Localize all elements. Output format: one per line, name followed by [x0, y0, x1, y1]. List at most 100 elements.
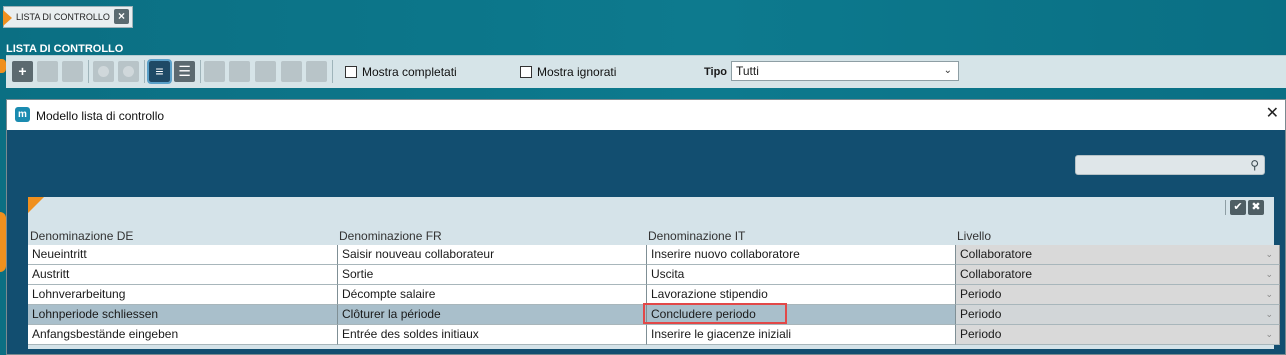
table-row[interactable]: Anfangsbestände eingeben Entrée des solde… [28, 325, 1280, 345]
cell-it[interactable]: Uscita [647, 265, 956, 285]
grid-actions: ✔ ✖ [1225, 200, 1264, 215]
cell-fr-text: Sortie [342, 267, 374, 281]
checkbox-box[interactable] [520, 66, 532, 78]
chevron-down-icon[interactable]: ⌄ [1265, 245, 1273, 264]
toolbar: + ≡ ☰ Mostra completati Mostra ignorati … [0, 55, 1286, 88]
toolbar-divider [332, 60, 333, 83]
column-header-it[interactable]: Denominazione IT [648, 229, 745, 243]
app-logo-icon: m [15, 107, 30, 122]
move-last-icon[interactable] [281, 61, 302, 82]
cell-fr-text: Entrée des soldes initiaux [342, 327, 479, 341]
section-title: LISTA DI CONTROLLO [6, 43, 124, 55]
move-first-icon[interactable] [204, 61, 225, 82]
copy-icon[interactable] [62, 61, 83, 82]
app-tab-checklist[interactable]: LISTA DI CONTROLLO × [3, 6, 133, 28]
cell-it-text: Lavorazione stipendio [651, 287, 768, 301]
cell-level-text: Collaboratore [960, 247, 1033, 261]
chevron-down-icon[interactable]: ⌄ [1265, 285, 1273, 304]
cancel-icon[interactable]: ✖ [1248, 200, 1264, 215]
cell-it[interactable]: Lavorazione stipendio [647, 285, 956, 305]
show-ignored-label: Mostra ignorati [537, 65, 617, 79]
cell-de[interactable]: Neueintritt [28, 245, 338, 265]
cell-it-text: Uscita [651, 267, 685, 281]
dialog-titlebar: m Modello lista di controllo ✕ [7, 100, 1285, 130]
column-header-level[interactable]: Livello [957, 229, 991, 243]
move-up-icon[interactable] [229, 61, 250, 82]
column-header-de[interactable]: Denominazione DE [30, 229, 133, 243]
cell-de[interactable]: Austritt [28, 265, 338, 285]
app-tab-label: LISTA DI CONTROLLO [16, 12, 110, 22]
cell-level-text: Periodo [960, 307, 1002, 321]
toolbar-divider [144, 60, 145, 83]
cell-fr[interactable]: Clôturer la période [338, 305, 647, 325]
show-completed-checkbox[interactable]: Mostra completati [345, 65, 457, 79]
cell-fr[interactable]: Décompte salaire [338, 285, 647, 305]
cell-de[interactable]: Lohnverarbeitung [28, 285, 338, 305]
cell-fr-text: Saisir nouveau collaborateur [342, 247, 495, 261]
table-row[interactable]: Lohnverarbeitung Décompte salaire Lavorazi… [28, 285, 1280, 305]
checkbox-box[interactable] [345, 66, 357, 78]
edit-icon[interactable] [37, 61, 58, 82]
cell-de-text: Anfangsbestände eingeben [32, 327, 179, 341]
export-icon[interactable] [306, 61, 327, 82]
cell-fr[interactable]: Saisir nouveau collaborateur [338, 245, 647, 265]
toolbar-divider [88, 60, 89, 83]
close-icon[interactable]: ✕ [1266, 105, 1279, 123]
cell-level[interactable]: Collaboratore ⌄ [956, 245, 1280, 265]
cell-it[interactable]: Inserire nuovo collaboratore [647, 245, 956, 265]
add-icon[interactable]: + [12, 61, 33, 82]
search-input[interactable]: ⚲ [1075, 155, 1265, 175]
grid-actions-divider [1225, 200, 1226, 215]
toolbar-divider [200, 60, 201, 83]
chevron-down-icon[interactable]: ⌄ [1265, 305, 1273, 324]
dialog-title: Modello lista di controllo [36, 109, 165, 123]
table-row[interactable]: Austritt Sortie Uscita Collaboratore ⌄ [28, 265, 1280, 285]
cell-it-text: Concludere periodo [651, 307, 756, 321]
tab-close-icon[interactable]: × [114, 9, 129, 24]
ignore-icon[interactable] [118, 61, 139, 82]
list-view-icon[interactable]: ☰ [174, 61, 195, 82]
chevron-down-icon[interactable]: ⌄ [1265, 265, 1273, 284]
cell-level[interactable]: Periodo ⌄ [956, 285, 1280, 305]
search-icon[interactable]: ⚲ [1250, 158, 1259, 172]
cell-level-text: Periodo [960, 327, 1002, 341]
type-select[interactable]: Tutti ⌄ [731, 61, 959, 81]
cell-level-text: Periodo [960, 287, 1002, 301]
table-row[interactable]: Lohnperiode schliessen Clôturer la périod… [28, 303, 1280, 325]
cell-fr[interactable]: Sortie [338, 265, 647, 285]
cell-it[interactable]: Inserire le giacenze iniziali [647, 325, 956, 345]
cell-level[interactable]: Periodo ⌄ [956, 305, 1280, 325]
cell-fr-text: Décompte salaire [342, 287, 436, 301]
cell-de-text: Neueintritt [32, 247, 87, 261]
show-ignored-checkbox[interactable]: Mostra ignorati [520, 65, 616, 79]
cell-de-text: Lohnverarbeitung [32, 287, 126, 301]
cell-de[interactable]: Anfangsbestände eingeben [28, 325, 338, 345]
cell-it-text: Inserire le giacenze iniziali [651, 327, 792, 341]
cell-level-text: Collaboratore [960, 267, 1033, 281]
complete-icon[interactable] [93, 61, 114, 82]
type-select-value: Tutti [736, 64, 759, 78]
cell-de[interactable]: Lohnperiode schliessen [28, 305, 338, 325]
chevron-down-icon[interactable]: ⌄ [1265, 325, 1273, 344]
cell-de-text: Austritt [32, 267, 70, 281]
cell-it[interactable]: Concludere periodo [647, 305, 956, 325]
cell-level[interactable]: Collaboratore ⌄ [956, 265, 1280, 285]
column-header-fr[interactable]: Denominazione FR [339, 229, 442, 243]
show-completed-label: Mostra completati [362, 65, 457, 79]
type-label: Tipo [704, 66, 728, 78]
tab-marker-icon [3, 10, 12, 26]
cell-level[interactable]: Periodo ⌄ [956, 325, 1280, 345]
cell-fr[interactable]: Entrée des soldes initiaux [338, 325, 647, 345]
checklist-template-dialog: m Modello lista di controllo ✕ ⚲ ✔ ✖ Den… [6, 99, 1286, 355]
confirm-icon[interactable]: ✔ [1230, 200, 1246, 215]
toolbar-accent [0, 59, 6, 73]
detail-view-icon[interactable]: ≡ [147, 59, 172, 84]
table-row[interactable]: Neueintritt Saisir nouveau collaborateur I… [28, 245, 1280, 265]
template-grid: ✔ ✖ Denominazione DE Denominazione FR De… [28, 197, 1280, 349]
cell-de-text: Lohnperiode schliessen [32, 307, 159, 321]
move-down-icon[interactable] [255, 61, 276, 82]
cell-it-text: Inserire nuovo collaboratore [651, 247, 800, 261]
cell-fr-text: Clôturer la période [342, 307, 441, 321]
grid-corner-accent [28, 197, 44, 213]
chevron-down-icon: ⌄ [943, 65, 952, 76]
